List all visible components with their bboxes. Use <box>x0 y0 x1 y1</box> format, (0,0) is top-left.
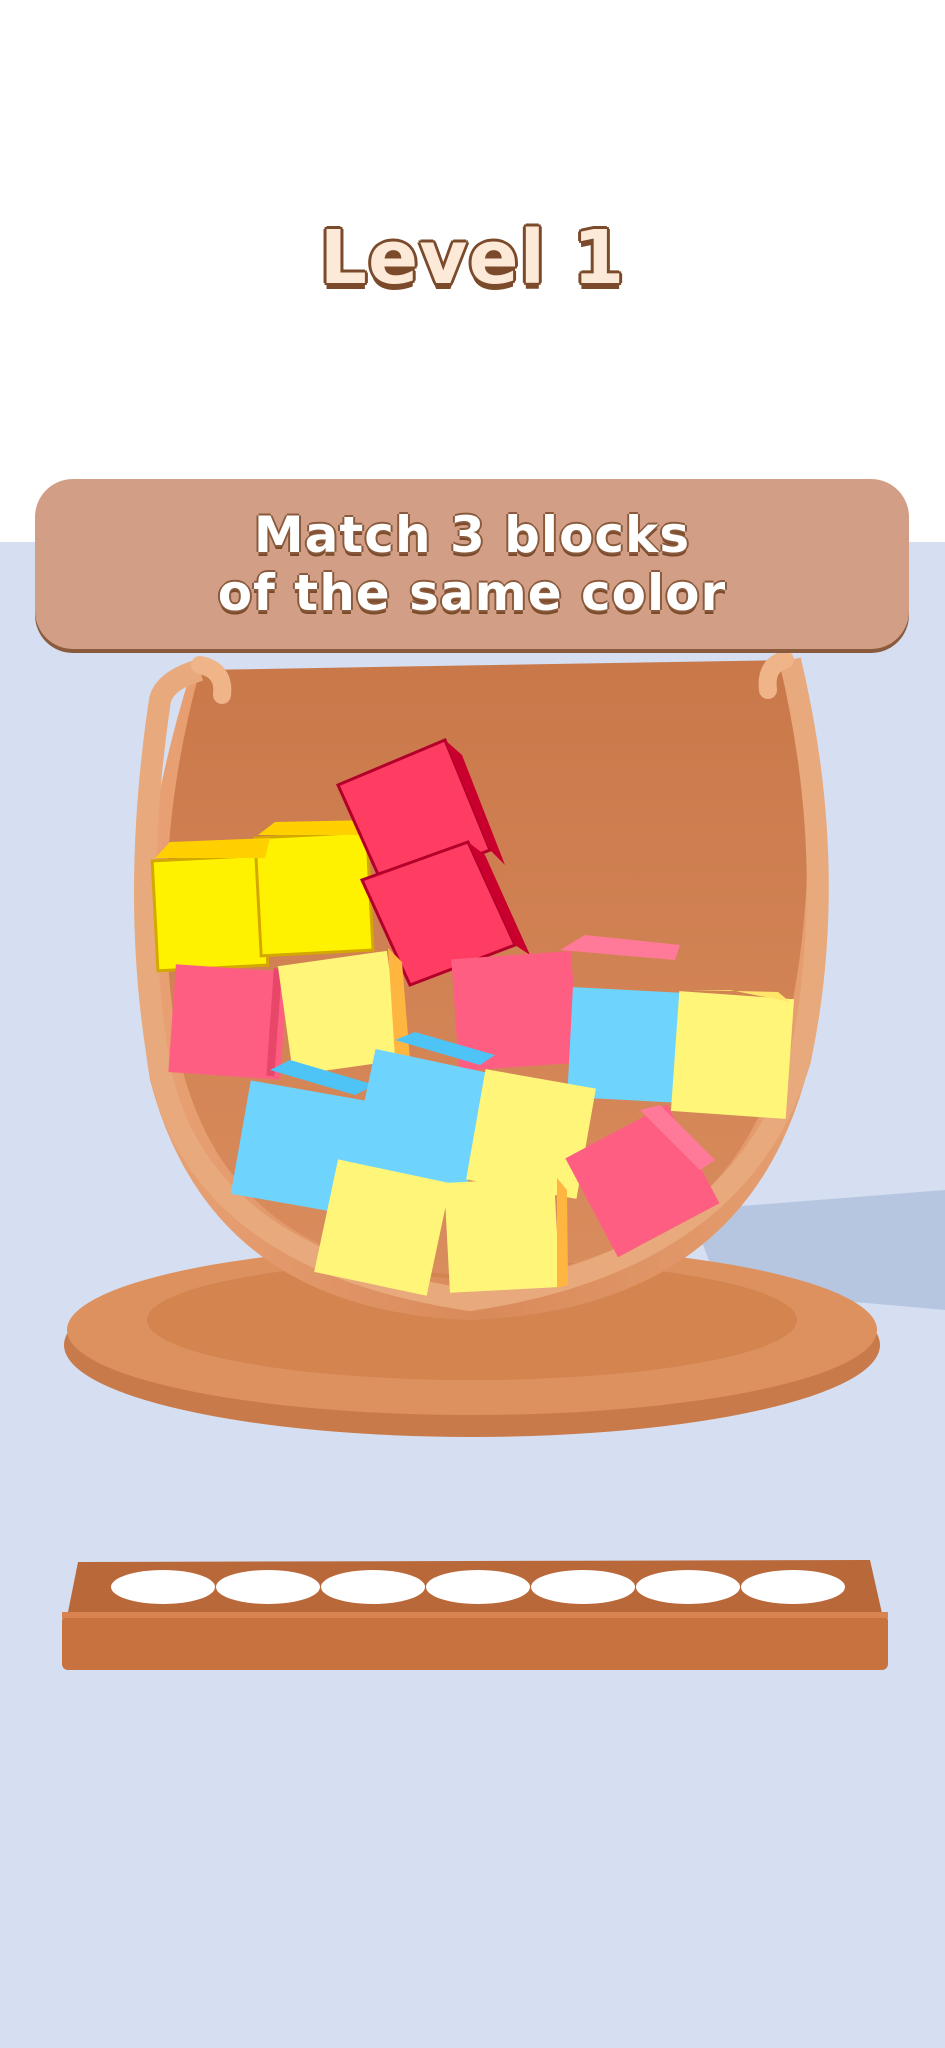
block-yellow[interactable] <box>670 990 795 1119</box>
tray-slot[interactable] <box>111 1570 215 1604</box>
instruction-line-2: of the same color <box>217 564 727 622</box>
block-yellow[interactable] <box>444 1177 568 1293</box>
block-pink[interactable] <box>168 964 288 1080</box>
block-yellow[interactable] <box>314 1159 451 1296</box>
game-scene <box>62 651 945 1670</box>
tray-slot[interactable] <box>741 1570 845 1604</box>
instruction-banner: Match 3 blocks of the same color <box>35 479 909 649</box>
instruction-line-1: Match 3 blocks <box>253 506 691 564</box>
tray-slot[interactable] <box>531 1570 635 1604</box>
tray-slot[interactable] <box>216 1570 320 1604</box>
tray-slot[interactable] <box>426 1570 530 1604</box>
tray-slot[interactable] <box>321 1570 425 1604</box>
block-blue[interactable] <box>567 987 688 1103</box>
block-yellow[interactable] <box>150 820 375 973</box>
tray-slot[interactable] <box>636 1570 740 1604</box>
